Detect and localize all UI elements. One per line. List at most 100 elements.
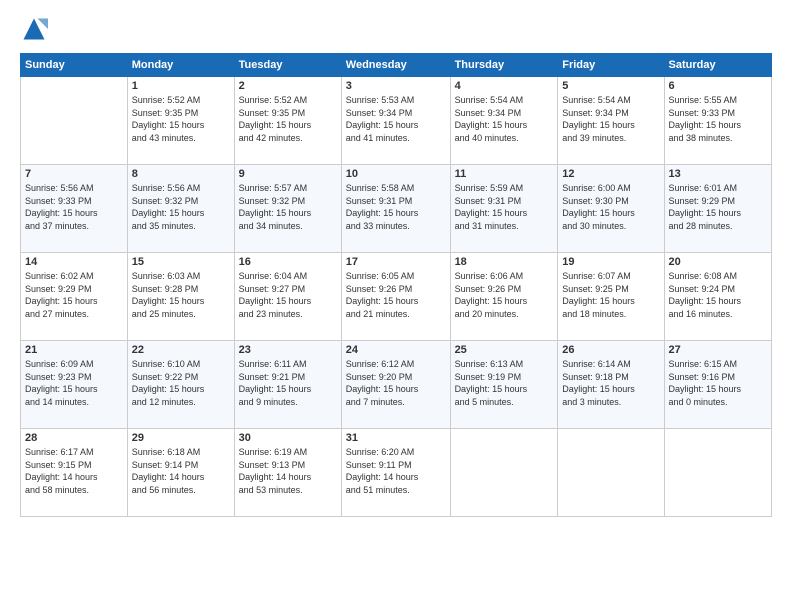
day-number: 4 — [455, 80, 554, 92]
cell-content: Sunrise: 5:53 AM Sunset: 9:34 PM Dayligh… — [346, 94, 446, 144]
cell-content: Sunrise: 5:58 AM Sunset: 9:31 PM Dayligh… — [346, 182, 446, 232]
cell-content: Sunrise: 5:54 AM Sunset: 9:34 PM Dayligh… — [455, 94, 554, 144]
weekday-header-row: SundayMondayTuesdayWednesdayThursdayFrid… — [21, 54, 772, 77]
weekday-header-monday: Monday — [127, 54, 234, 77]
cell-content: Sunrise: 6:10 AM Sunset: 9:22 PM Dayligh… — [132, 358, 230, 408]
day-number: 11 — [455, 168, 554, 180]
calendar-cell: 20Sunrise: 6:08 AM Sunset: 9:24 PM Dayli… — [664, 253, 771, 341]
calendar-cell: 7 Sunrise: 5:56 AM Sunset: 9:33 PM Daylig… — [21, 165, 128, 253]
calendar-cell: 24Sunrise: 6:12 AM Sunset: 9:20 PM Dayli… — [341, 341, 450, 429]
day-number: 22 — [132, 344, 230, 356]
calendar-cell: 12 Sunrise: 6:00 AM Sunset: 9:30 PM Dayli… — [558, 165, 664, 253]
calendar-cell: 25 Sunrise: 6:13 AM Sunset: 9:19 PM Dayli… — [450, 341, 558, 429]
page: SundayMondayTuesdayWednesdayThursdayFrid… — [0, 0, 792, 612]
day-number: 28 — [25, 432, 123, 444]
day-number: 23 — [239, 344, 337, 356]
cell-content: Sunrise: 6:15 AM Sunset: 9:16 PM Dayligh… — [669, 358, 767, 408]
cell-content: Sunrise: 6:14 AM Sunset: 9:18 PM Dayligh… — [562, 358, 659, 408]
day-number: 21 — [25, 344, 123, 356]
cell-content: Sunrise: 6:13 AM Sunset: 9:19 PM Dayligh… — [455, 358, 554, 408]
cell-content: Sunrise: 6:03 AM Sunset: 9:28 PM Dayligh… — [132, 270, 230, 320]
cell-content: Sunrise: 6:07 AM Sunset: 9:25 PM Dayligh… — [562, 270, 659, 320]
calendar-cell: 8Sunrise: 5:56 AM Sunset: 9:32 PM Daylig… — [127, 165, 234, 253]
calendar-cell: 4 Sunrise: 5:54 AM Sunset: 9:34 PM Daylig… — [450, 77, 558, 165]
cell-content: Sunrise: 6:20 AM Sunset: 9:11 PM Dayligh… — [346, 446, 446, 496]
calendar-cell: 15 Sunrise: 6:03 AM Sunset: 9:28 PM Dayli… — [127, 253, 234, 341]
cell-content: Sunrise: 6:00 AM Sunset: 9:30 PM Dayligh… — [562, 182, 659, 232]
day-number: 17 — [346, 256, 446, 268]
weekday-header-friday: Friday — [558, 54, 664, 77]
calendar-cell: 29 Sunrise: 6:18 AM Sunset: 9:14 PM Dayli… — [127, 429, 234, 517]
cell-content: Sunrise: 5:52 AM Sunset: 9:35 PM Dayligh… — [132, 94, 230, 144]
day-number: 18 — [455, 256, 554, 268]
calendar-cell: 1 Sunrise: 5:52 AM Sunset: 9:35 PM Daylig… — [127, 77, 234, 165]
logo-icon — [20, 15, 48, 43]
calendar-cell: 3 Sunrise: 5:53 AM Sunset: 9:34 PM Daylig… — [341, 77, 450, 165]
cell-content: Sunrise: 5:56 AM Sunset: 9:32 PM Dayligh… — [132, 182, 230, 232]
day-number: 24 — [346, 344, 446, 356]
calendar-cell: 31 Sunrise: 6:20 AM Sunset: 9:11 PM Dayli… — [341, 429, 450, 517]
calendar-cell: 14Sunrise: 6:02 AM Sunset: 9:29 PM Dayli… — [21, 253, 128, 341]
day-number: 1 — [132, 80, 230, 92]
cell-content: Sunrise: 6:17 AM Sunset: 9:15 PM Dayligh… — [25, 446, 123, 496]
cell-content: Sunrise: 6:05 AM Sunset: 9:26 PM Dayligh… — [346, 270, 446, 320]
cell-content: Sunrise: 5:52 AM Sunset: 9:35 PM Dayligh… — [239, 94, 337, 144]
day-number: 5 — [562, 80, 659, 92]
weekday-header-tuesday: Tuesday — [234, 54, 341, 77]
day-number: 25 — [455, 344, 554, 356]
day-number: 27 — [669, 344, 767, 356]
day-number: 7 — [25, 168, 123, 180]
week-row-4: 21 Sunrise: 6:09 AM Sunset: 9:23 PM Dayli… — [21, 341, 772, 429]
cell-content: Sunrise: 6:04 AM Sunset: 9:27 PM Dayligh… — [239, 270, 337, 320]
week-row-1: 1 Sunrise: 5:52 AM Sunset: 9:35 PM Daylig… — [21, 77, 772, 165]
day-number: 13 — [669, 168, 767, 180]
week-row-3: 14Sunrise: 6:02 AM Sunset: 9:29 PM Dayli… — [21, 253, 772, 341]
day-number: 10 — [346, 168, 446, 180]
weekday-header-wednesday: Wednesday — [341, 54, 450, 77]
day-number: 26 — [562, 344, 659, 356]
day-number: 9 — [239, 168, 337, 180]
day-number: 16 — [239, 256, 337, 268]
day-number: 31 — [346, 432, 446, 444]
calendar-cell — [450, 429, 558, 517]
calendar-cell: 30 Sunrise: 6:19 AM Sunset: 9:13 PM Dayli… — [234, 429, 341, 517]
day-number: 6 — [669, 80, 767, 92]
cell-content: Sunrise: 5:56 AM Sunset: 9:33 PM Dayligh… — [25, 182, 123, 232]
calendar-cell: 19 Sunrise: 6:07 AM Sunset: 9:25 PM Dayli… — [558, 253, 664, 341]
cell-content: Sunrise: 6:09 AM Sunset: 9:23 PM Dayligh… — [25, 358, 123, 408]
day-number: 3 — [346, 80, 446, 92]
calendar-cell: 16 Sunrise: 6:04 AM Sunset: 9:27 PM Dayli… — [234, 253, 341, 341]
cell-content: Sunrise: 5:54 AM Sunset: 9:34 PM Dayligh… — [562, 94, 659, 144]
day-number: 20 — [669, 256, 767, 268]
cell-content: Sunrise: 6:06 AM Sunset: 9:26 PM Dayligh… — [455, 270, 554, 320]
day-number: 14 — [25, 256, 123, 268]
cell-content: Sunrise: 5:59 AM Sunset: 9:31 PM Dayligh… — [455, 182, 554, 232]
calendar-cell: 26 Sunrise: 6:14 AM Sunset: 9:18 PM Dayli… — [558, 341, 664, 429]
calendar-cell: 18 Sunrise: 6:06 AM Sunset: 9:26 PM Dayli… — [450, 253, 558, 341]
calendar-cell — [664, 429, 771, 517]
calendar-cell: 27 Sunrise: 6:15 AM Sunset: 9:16 PM Dayli… — [664, 341, 771, 429]
calendar-cell: 6 Sunrise: 5:55 AM Sunset: 9:33 PM Daylig… — [664, 77, 771, 165]
cell-content: Sunrise: 6:19 AM Sunset: 9:13 PM Dayligh… — [239, 446, 337, 496]
calendar-cell: 2Sunrise: 5:52 AM Sunset: 9:35 PM Daylig… — [234, 77, 341, 165]
cell-content: Sunrise: 5:55 AM Sunset: 9:33 PM Dayligh… — [669, 94, 767, 144]
weekday-header-saturday: Saturday — [664, 54, 771, 77]
calendar-cell — [21, 77, 128, 165]
week-row-2: 7 Sunrise: 5:56 AM Sunset: 9:33 PM Daylig… — [21, 165, 772, 253]
calendar-cell: 13Sunrise: 6:01 AM Sunset: 9:29 PM Dayli… — [664, 165, 771, 253]
day-number: 29 — [132, 432, 230, 444]
calendar-cell: 28 Sunrise: 6:17 AM Sunset: 9:15 PM Dayli… — [21, 429, 128, 517]
day-number: 12 — [562, 168, 659, 180]
calendar-cell: 21 Sunrise: 6:09 AM Sunset: 9:23 PM Dayli… — [21, 341, 128, 429]
calendar-cell: 22 Sunrise: 6:10 AM Sunset: 9:22 PM Dayli… — [127, 341, 234, 429]
cell-content: Sunrise: 6:18 AM Sunset: 9:14 PM Dayligh… — [132, 446, 230, 496]
calendar-table: SundayMondayTuesdayWednesdayThursdayFrid… — [20, 53, 772, 517]
weekday-header-sunday: Sunday — [21, 54, 128, 77]
calendar-cell: 11 Sunrise: 5:59 AM Sunset: 9:31 PM Dayli… — [450, 165, 558, 253]
header — [20, 15, 772, 43]
day-number: 30 — [239, 432, 337, 444]
logo — [20, 15, 52, 43]
calendar-cell: 23Sunrise: 6:11 AM Sunset: 9:21 PM Dayli… — [234, 341, 341, 429]
day-number: 15 — [132, 256, 230, 268]
day-number: 19 — [562, 256, 659, 268]
